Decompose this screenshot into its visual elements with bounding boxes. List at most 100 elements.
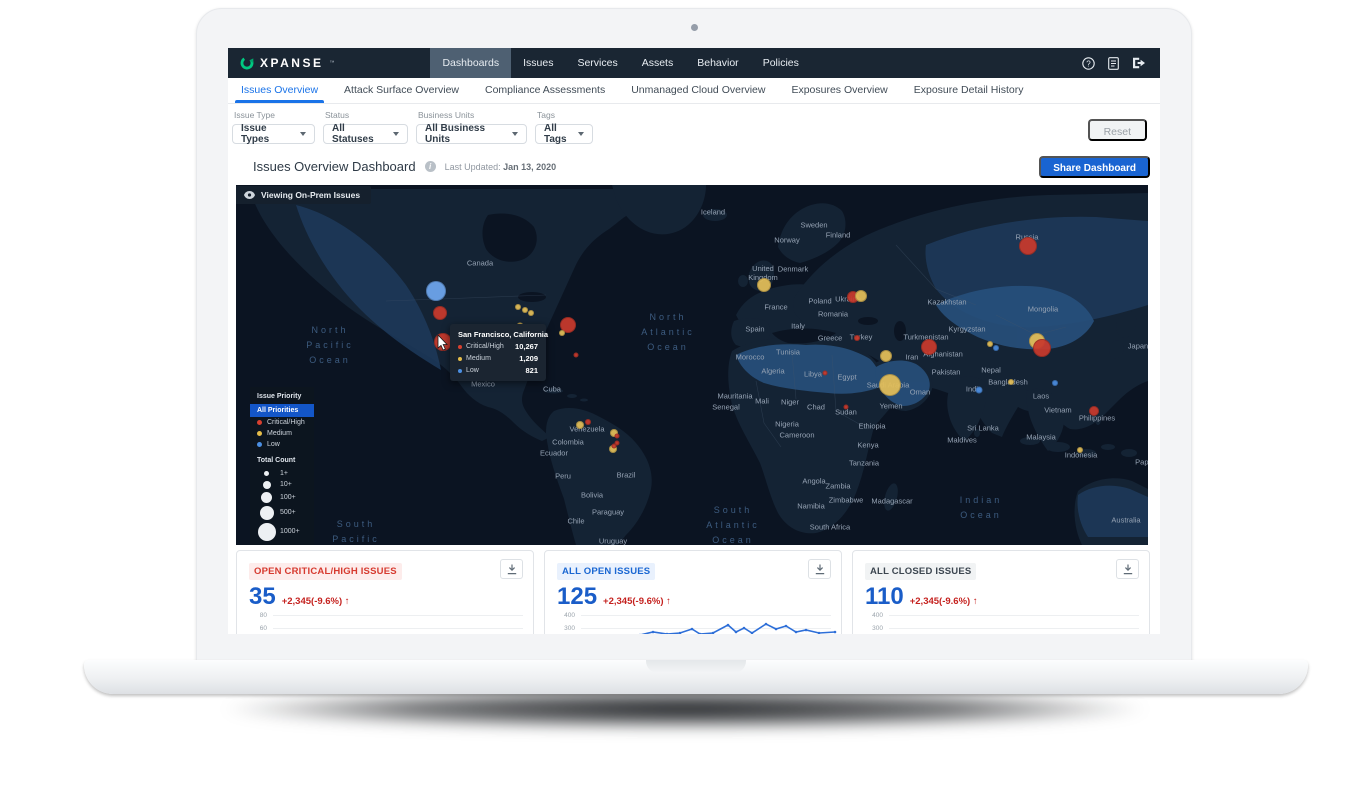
- issue-bubble[interactable]: [1019, 237, 1037, 255]
- dashboard-tabs: Issues OverviewAttack Surface OverviewCo…: [228, 78, 1160, 104]
- legend-priority-medium[interactable]: Medium: [250, 428, 314, 439]
- legend-priority-title: Issue Priority: [257, 393, 314, 400]
- xpanse-logo[interactable]: XPANSE ™: [240, 56, 334, 70]
- issue-bubble[interactable]: [855, 290, 867, 302]
- legend-priority-label: Critical/High: [267, 419, 305, 426]
- nav-item-services[interactable]: Services: [565, 48, 629, 78]
- tooltip-dot-icon: [458, 345, 462, 349]
- map-label-poland: Poland: [808, 297, 831, 306]
- issue-bubble[interactable]: [1052, 380, 1058, 386]
- map-label-mauritania: Mauritania: [717, 392, 752, 401]
- issue-bubble[interactable]: [574, 353, 579, 358]
- issue-bubble[interactable]: [921, 339, 937, 355]
- document-icon[interactable]: [1108, 57, 1119, 70]
- filter-group-issue-type: Issue TypeIssue Types: [232, 110, 315, 148]
- logo-trademark: ™: [329, 60, 334, 66]
- grid-row: 60: [249, 622, 523, 634]
- logout-icon[interactable]: [1132, 57, 1146, 69]
- download-icon: [815, 564, 825, 575]
- download-button[interactable]: [808, 559, 831, 579]
- tab-exposure-detail-history[interactable]: Exposure Detail History: [901, 78, 1037, 103]
- issue-bubble[interactable]: [528, 310, 534, 316]
- axis-tick-label: 400: [865, 612, 883, 619]
- map-label-bolivia: Bolivia: [581, 491, 603, 500]
- card-title-badge: ALL CLOSED ISSUES: [865, 563, 976, 580]
- world-map[interactable]: North Pacific OceanNorth Atlantic OceanS…: [236, 185, 1148, 545]
- help-icon[interactable]: ?: [1082, 57, 1095, 70]
- legend-size-10: 10+: [250, 479, 314, 490]
- card-sparkline: [545, 621, 842, 634]
- size-circle-wrap: [257, 523, 276, 541]
- map-label-iceland: Iceland: [701, 208, 725, 217]
- issue-bubble[interactable]: [879, 374, 901, 396]
- issue-bubble[interactable]: [854, 335, 860, 341]
- issue-bubble[interactable]: [585, 419, 591, 425]
- chevron-down-icon: [578, 132, 584, 136]
- world-map-continents: [236, 185, 1148, 545]
- card-delta: +2,345(-9.6%) ↑: [603, 596, 671, 607]
- map-label-venezuela: Venezuela: [569, 425, 604, 434]
- axis-tick-label: 300: [865, 625, 883, 632]
- mouse-cursor: [437, 335, 449, 351]
- issue-bubble[interactable]: [515, 304, 521, 310]
- legend-priority-low[interactable]: Low: [250, 439, 314, 450]
- nav-item-policies[interactable]: Policies: [751, 48, 811, 78]
- dashboard-header: Issues Overview Dashboard i Last Updated…: [228, 148, 1160, 185]
- tab-issues-overview[interactable]: Issues Overview: [228, 78, 331, 103]
- issue-bubble[interactable]: [1089, 406, 1099, 416]
- legend-size-1000: 1000+: [250, 521, 314, 542]
- map-label-zimbabwe: Zimbabwe: [829, 496, 864, 505]
- issue-bubble[interactable]: [576, 421, 584, 429]
- map-label-japan: Japan: [1128, 342, 1148, 351]
- issue-bubble[interactable]: [1033, 339, 1051, 357]
- issue-bubble[interactable]: [880, 350, 892, 362]
- filter-select-business-units[interactable]: All Business Units: [416, 124, 527, 144]
- download-button[interactable]: [500, 559, 523, 579]
- issue-bubble[interactable]: [823, 371, 828, 376]
- nav-item-dashboards[interactable]: Dashboards: [430, 48, 511, 78]
- map-label-libya: Libya: [804, 370, 822, 379]
- ocean-label-south-atlantic-ocean: South Atlantic Ocean: [706, 503, 760, 545]
- chevron-down-icon: [300, 132, 306, 136]
- tab-unmanaged-cloud-overview[interactable]: Unmanaged Cloud Overview: [618, 78, 778, 103]
- card-chart-grid: 8060: [249, 609, 523, 634]
- map-label-egypt: Egypt: [837, 373, 856, 382]
- priority-dot-icon: [257, 431, 262, 436]
- legend-priority-critical-high[interactable]: Critical/High: [250, 417, 314, 428]
- issue-bubble[interactable]: [976, 387, 983, 394]
- issue-bubble[interactable]: [433, 306, 447, 320]
- download-button[interactable]: [1116, 559, 1139, 579]
- nav-item-issues[interactable]: Issues: [511, 48, 565, 78]
- tab-compliance-assessments[interactable]: Compliance Assessments: [472, 78, 618, 103]
- card-title-badge: OPEN CRITICAL/HIGH ISSUES: [249, 563, 402, 580]
- filter-select-issue-type[interactable]: Issue Types: [232, 124, 315, 144]
- card-value: 35: [249, 585, 276, 609]
- nav-item-assets[interactable]: Assets: [630, 48, 686, 78]
- issue-bubble[interactable]: [615, 434, 620, 439]
- info-icon[interactable]: i: [425, 161, 436, 172]
- issue-bubble[interactable]: [993, 345, 999, 351]
- issue-bubble[interactable]: [1008, 379, 1014, 385]
- nav-item-behavior[interactable]: Behavior: [685, 48, 750, 78]
- issue-bubble[interactable]: [757, 278, 771, 292]
- issue-bubble[interactable]: [844, 405, 849, 410]
- issue-bubble[interactable]: [559, 330, 565, 336]
- filter-select-tags[interactable]: All Tags: [535, 124, 593, 144]
- map-legend: Issue Priority All Priorities Critical/Hi…: [250, 387, 314, 545]
- tooltip-row-value: 10,267: [515, 342, 538, 351]
- tab-attack-surface-overview[interactable]: Attack Surface Overview: [331, 78, 472, 103]
- filter-select-status[interactable]: All Statuses: [323, 124, 408, 144]
- issue-bubble[interactable]: [987, 341, 993, 347]
- share-dashboard-button[interactable]: Share Dashboard: [1039, 156, 1150, 178]
- reset-button[interactable]: Reset: [1088, 119, 1147, 141]
- issue-bubble[interactable]: [426, 281, 446, 301]
- page-title: Issues Overview Dashboard: [253, 159, 416, 174]
- issue-bubble[interactable]: [612, 444, 617, 449]
- tab-exposures-overview[interactable]: Exposures Overview: [778, 78, 900, 103]
- map-view-badge[interactable]: Viewing On-Prem Issues: [236, 186, 371, 204]
- cards-row: OPEN CRITICAL/HIGH ISSUES 35 +2,345(-9.6%)…: [236, 550, 1152, 634]
- download-icon: [507, 564, 517, 575]
- legend-size-100: 100+: [250, 490, 314, 504]
- legend-priority-all-priorities[interactable]: All Priorities: [250, 404, 314, 417]
- issue-bubble[interactable]: [1077, 447, 1083, 453]
